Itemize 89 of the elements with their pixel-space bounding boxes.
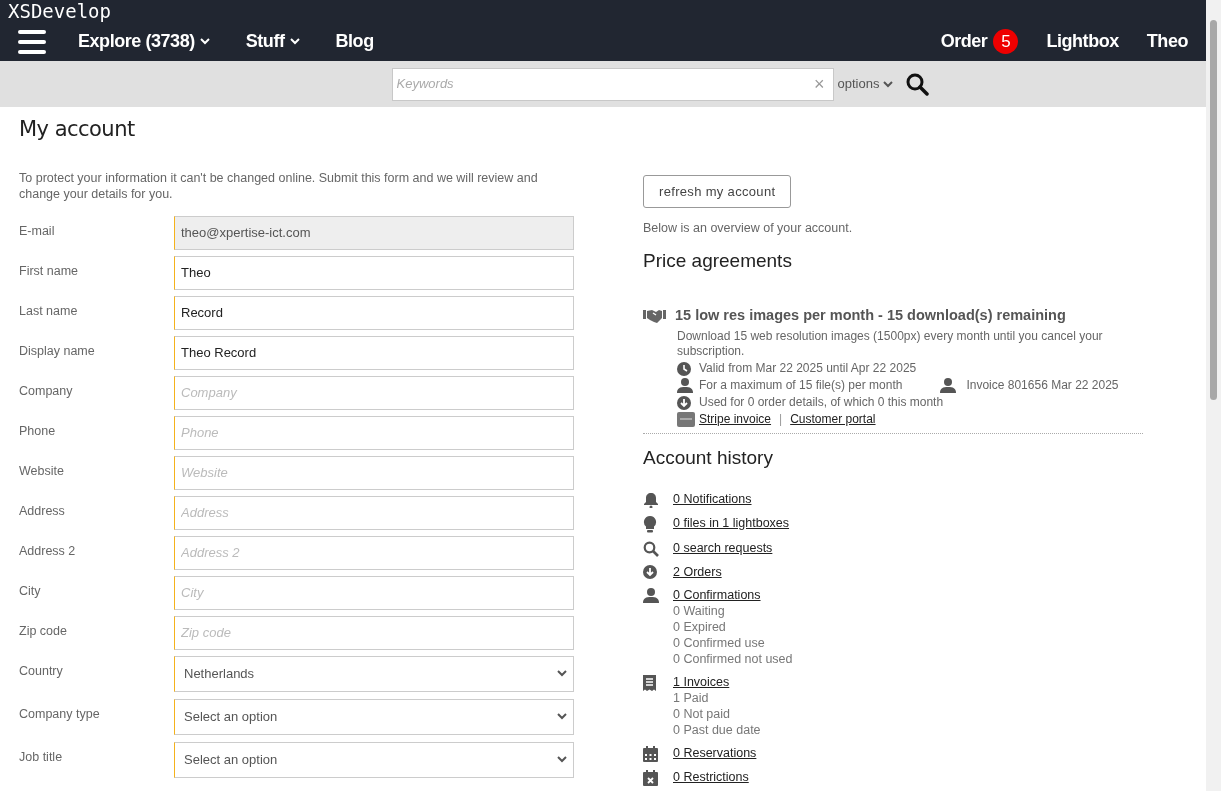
- input-field[interactable]: Zip code: [174, 615, 574, 650]
- history-detail: 0 Not paid: [673, 705, 731, 722]
- caret-icon: [883, 80, 894, 88]
- input-field[interactable]: Theo Record: [174, 335, 574, 370]
- section-heading: Price agreements: [643, 248, 793, 273]
- input-field[interactable]: Theo: [174, 255, 574, 290]
- input-field[interactable]: City: [174, 575, 574, 610]
- nav-link[interactable]: Order: [940, 28, 988, 55]
- field-label: First name: [19, 262, 80, 280]
- download-icon: [677, 395, 691, 410]
- history-detail: 0 Confirmed use: [673, 634, 766, 651]
- nav-link[interactable]: Lightbox: [1046, 28, 1119, 55]
- field-label: Job title: [19, 748, 64, 766]
- overview-text: Below is an overview of your account.: [643, 220, 854, 237]
- field-label: Display name: [19, 342, 96, 360]
- link[interactable]: Customer portal: [790, 412, 876, 427]
- nav-link[interactable]: Explore (3738): [78, 28, 210, 55]
- field-label: E-mail: [19, 222, 56, 240]
- history-link[interactable]: 1 Invoices: [673, 673, 761, 690]
- history-detail: 0 Confirmed not used: [673, 650, 793, 667]
- select-field[interactable]: Select an option: [174, 741, 574, 778]
- nav-link[interactable]: Blog: [335, 28, 374, 55]
- search-icon: [643, 540, 659, 557]
- input-field[interactable]: Record: [174, 295, 574, 330]
- handshake-icon: [643, 309, 666, 324]
- field-label: Phone: [19, 422, 57, 440]
- menu-icon[interactable]: [18, 29, 46, 54]
- input-field[interactable]: Company: [174, 375, 574, 410]
- field-label: Last name: [19, 302, 79, 320]
- caret-icon: [289, 38, 300, 45]
- input-field[interactable]: Website: [174, 455, 574, 490]
- field-label: Company: [19, 382, 74, 400]
- stripe-logo-icon: [677, 412, 695, 427]
- caret-icon: [199, 38, 210, 45]
- section-heading: Account history: [643, 446, 774, 470]
- intro-text: To protect your information it can't be changed online. Submit this form and we will review and change your details for you.: [19, 169, 539, 202]
- bell-icon: [643, 491, 659, 508]
- history-link[interactable]: 0 Reservations: [673, 744, 757, 761]
- input-field[interactable]: Address 2: [174, 535, 574, 570]
- history-detail: 1 Paid: [673, 689, 710, 706]
- field-label: City: [19, 582, 42, 600]
- calendar-x-icon: [643, 769, 658, 786]
- app-title: XSDevelop: [8, 1, 111, 21]
- person-icon: [940, 378, 957, 393]
- nav-link[interactable]: Theo: [1146, 28, 1188, 55]
- field-label: Address: [19, 502, 66, 520]
- field-label: Address 2: [19, 542, 77, 560]
- history-link[interactable]: 0 Confirmations: [673, 586, 793, 603]
- person-icon: [677, 378, 693, 393]
- search-icon[interactable]: [905, 72, 930, 96]
- link[interactable]: Stripe invoice: [699, 412, 772, 427]
- input-field[interactable]: Phone: [174, 415, 574, 450]
- agreement-description: Download 15 web resolution images (1500px) every month until you cancel your subscription.: [677, 329, 1104, 359]
- validity-text: Valid from Mar 22 2025 until Apr 22 2025: [699, 361, 917, 376]
- field-label: Company type: [19, 705, 101, 723]
- field-label: Website: [19, 462, 65, 480]
- page-title: My account: [19, 116, 136, 143]
- options-dropdown[interactable]: options: [837, 74, 894, 94]
- invoice-text: Invoice 801656 Mar 22 2025: [966, 378, 1119, 393]
- input-field[interactable]: Address: [174, 495, 574, 530]
- history-link[interactable]: 2 Orders: [673, 563, 722, 580]
- person-icon: [643, 587, 659, 603]
- calendar-icon: [643, 745, 658, 762]
- separator-text: |: [779, 412, 783, 427]
- chevron-icon: [557, 670, 567, 677]
- history-link[interactable]: 0 files in 1 lightboxes: [673, 514, 790, 531]
- select-field[interactable]: Select an option: [174, 698, 574, 735]
- chevron-icon: [557, 713, 567, 720]
- field-label: Zip code: [19, 622, 68, 640]
- history-link[interactable]: 0 Notifications: [673, 490, 752, 507]
- lightbulb-icon: [643, 515, 657, 533]
- nav-link[interactable]: Stuff: [245, 28, 300, 55]
- history-detail: 0 Past due date: [673, 721, 761, 738]
- refresh-button[interactable]: refresh my account: [643, 175, 792, 208]
- usage-text: Used for 0 order details, of which 0 this month: [699, 395, 944, 410]
- count-badge: 5: [993, 29, 1019, 54]
- history-detail: 0 Expired: [673, 618, 727, 635]
- scrollbar[interactable]: [1206, 0, 1221, 791]
- chevron-icon: [557, 756, 567, 763]
- field-label: Country: [19, 662, 64, 680]
- clock-icon: [677, 361, 691, 376]
- agreement-title: 15 low res images per month - 15 download(s) remaining: [675, 306, 1066, 326]
- receipt-icon: [643, 674, 656, 691]
- history-link[interactable]: 0 Restrictions: [673, 768, 749, 785]
- maximum-text: For a maximum of 15 file(s) per month: [699, 378, 903, 393]
- history-detail: 0 Waiting: [673, 602, 726, 619]
- download-icon: [643, 564, 657, 579]
- history-link[interactable]: 0 search requests: [673, 539, 773, 556]
- select-field[interactable]: Netherlands: [174, 655, 574, 692]
